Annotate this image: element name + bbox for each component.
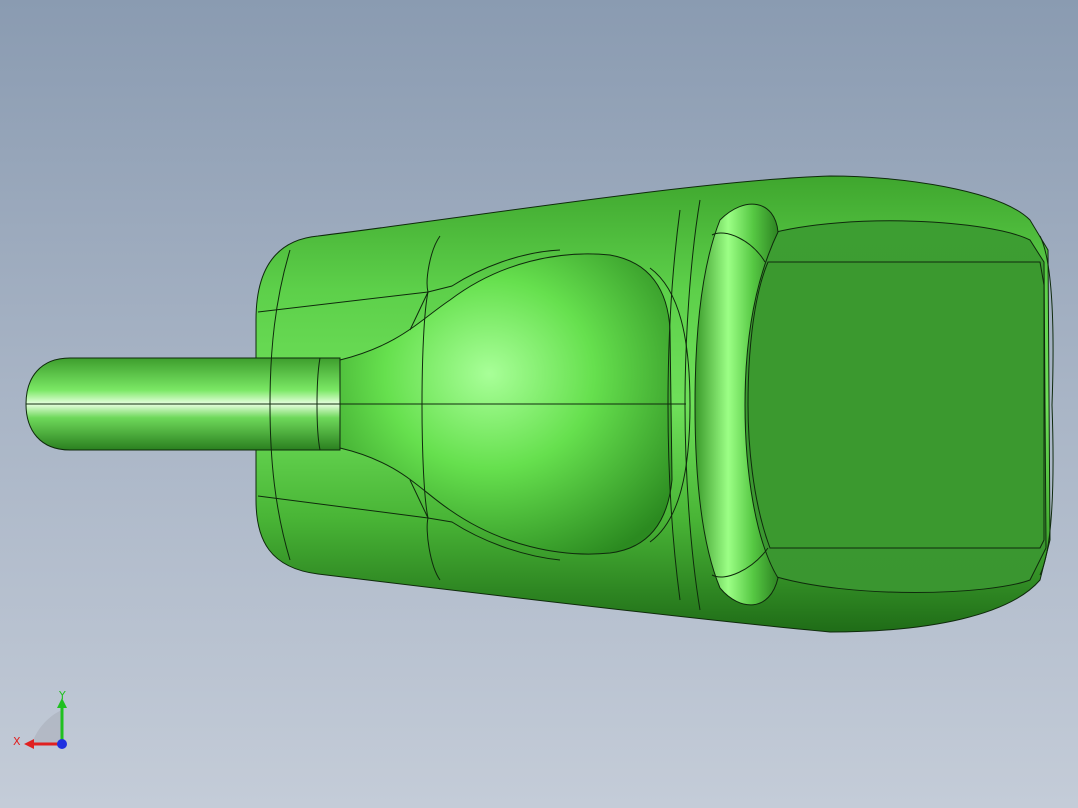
- triad-plane: [32, 710, 62, 744]
- model-canvas[interactable]: [0, 0, 1078, 808]
- x-axis-arrow: [24, 739, 34, 749]
- 3d-viewport[interactable]: Y X: [0, 0, 1078, 808]
- z-axis-dot: [57, 739, 67, 749]
- orientation-triad[interactable]: Y X: [10, 690, 90, 770]
- x-axis-label: X: [13, 735, 21, 748]
- y-axis-label: Y: [58, 690, 66, 702]
- model-front-inner-face: [747, 261, 1045, 549]
